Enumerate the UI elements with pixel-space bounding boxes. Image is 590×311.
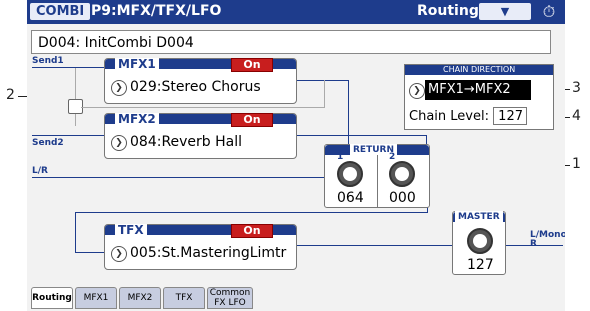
page-menu-button[interactable]: ▼: [479, 3, 531, 20]
send-link-wire: [75, 68, 76, 126]
tfx-on-button[interactable]: On: [231, 224, 273, 238]
combi-name-field[interactable]: D004: InitCombi D004: [31, 30, 551, 54]
mfx2-out-wire: [297, 135, 427, 136]
tab-mfx2[interactable]: MFX2: [119, 287, 161, 309]
chain-panel: CHAIN DIRECTION ❯ MFX1→MFX2 Chain Level:…: [404, 64, 554, 130]
return-1-value: 064: [337, 190, 364, 206]
tab-tfx[interactable]: TFX: [163, 287, 205, 309]
return-1-knob[interactable]: [337, 161, 363, 187]
return-divider: [377, 155, 378, 207]
callout-3: 3: [572, 80, 581, 96]
tfx-in-h-wire: [75, 252, 105, 253]
mfx2-effect-name[interactable]: 084:Reverb Hall: [130, 133, 242, 151]
mfx1-label: MFX1: [115, 58, 159, 70]
tfx-select-button[interactable]: ❯: [111, 246, 127, 262]
chain-wire: [324, 80, 325, 108]
r-label: R: [530, 239, 537, 249]
mfx1-effect-name[interactable]: 029:Stereo Chorus: [130, 78, 261, 96]
chain-level-label: Chain Level:: [409, 109, 489, 124]
tfx-label: TFX: [115, 224, 147, 236]
return-2-value: 000: [389, 190, 416, 206]
mfx1-select-button[interactable]: ❯: [111, 80, 127, 96]
tab-common-fx-lfo[interactable]: Common FX LFO: [207, 287, 253, 309]
mfx1-out-wire: [297, 80, 349, 81]
mode-label: COMBI: [30, 3, 91, 20]
tfx-panel: TFX On ❯ 005:St.MasteringLimtr: [104, 224, 297, 270]
master-panel: MASTER 127: [452, 211, 506, 275]
master-label: MASTER: [455, 211, 503, 223]
chain-direction-label: CHAIN DIRECTION: [443, 65, 516, 74]
clock-icon: ⏱: [542, 2, 556, 21]
mfx2-label: MFX2: [115, 113, 159, 125]
page-title: P9:MFX/TFX/LFO: [91, 3, 222, 19]
mfx1-on-button[interactable]: On: [231, 58, 273, 72]
return-2-label: 2: [389, 152, 396, 162]
lr-label: L/R: [32, 166, 48, 176]
mfx1-panel: MFX1 On ❯ 029:Stereo Chorus: [104, 58, 297, 104]
send1-label: Send1: [32, 56, 64, 66]
tfx-in-wire: [75, 212, 76, 252]
chevron-down-icon: ▼: [500, 5, 510, 18]
tab-mfx1[interactable]: MFX1: [75, 287, 117, 309]
send1-wire: [32, 67, 105, 68]
mfx2-select-button[interactable]: ❯: [111, 135, 127, 151]
master-knob[interactable]: [467, 228, 493, 254]
return-2-knob[interactable]: [389, 161, 415, 187]
tab-routing[interactable]: Routing: [31, 287, 73, 309]
tfx-out-wire: [297, 245, 452, 246]
return-to-tfx-wire: [75, 212, 428, 213]
title-bar: COMBI P9:MFX/TFX/LFO Routing ▼ ⏱: [27, 0, 565, 24]
lr-wire: [32, 177, 345, 178]
send2-label: Send2: [32, 138, 64, 148]
chain-select-button[interactable]: ❯: [409, 83, 425, 99]
return-1-label: 1: [337, 152, 344, 162]
send2-wire: [32, 135, 105, 136]
mfx2-panel: MFX2 On ❯ 084:Reverb Hall: [104, 113, 297, 159]
combi-screen: COMBI P9:MFX/TFX/LFO Routing ▼ ⏱ D004: I…: [27, 0, 565, 311]
tfx-effect-name[interactable]: 005:St.MasteringLimtr: [130, 244, 286, 262]
route-label: Routing: [417, 3, 479, 19]
master-value: 127: [467, 257, 494, 273]
chain-direction-value[interactable]: MFX1→MFX2: [425, 80, 531, 100]
callout-2: 2: [6, 87, 15, 103]
chain-wire-h: [81, 107, 325, 108]
return-panel: RETURN 1 2 064 000: [324, 144, 430, 208]
callout-1: 1: [572, 156, 581, 172]
callout-4: 4: [572, 108, 581, 124]
chain-level-value[interactable]: 127: [493, 107, 527, 125]
mfx2-on-button[interactable]: On: [231, 113, 273, 127]
